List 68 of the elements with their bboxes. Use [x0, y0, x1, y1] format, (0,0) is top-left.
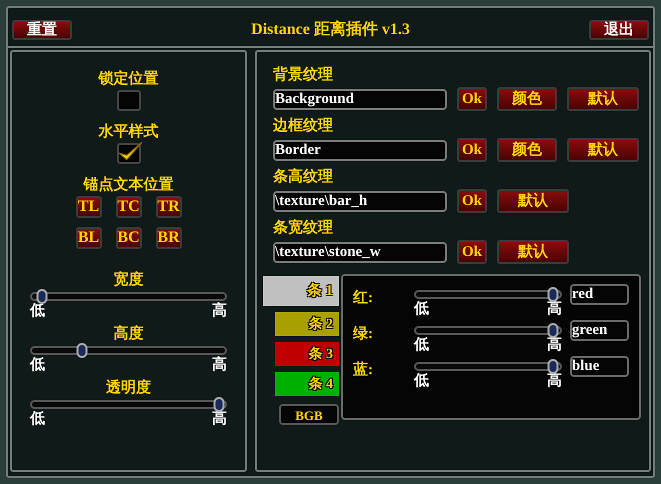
reset-button[interactable]: 重置	[12, 20, 72, 40]
texture-field[interactable]: Border	[273, 140, 447, 160]
anchor-button[interactable]: BC	[116, 227, 142, 249]
slider-thumb[interactable]	[214, 397, 225, 412]
window-title: Distance 距离插件 v1.3	[251, 19, 410, 40]
texture-button[interactable]: 默认	[497, 240, 569, 264]
channel-field[interactable]: blue	[570, 356, 630, 377]
low-label: 低	[414, 337, 430, 353]
slider-track[interactable]	[30, 346, 227, 355]
channel-label: 红:	[353, 288, 374, 308]
low-label: 低	[30, 303, 45, 319]
slider-label: 高度	[114, 325, 144, 343]
anchor-button[interactable]: TC	[116, 196, 142, 218]
anchor-label: 锚点文本位置	[84, 176, 174, 194]
exit-button[interactable]: 退出	[589, 20, 649, 40]
high-label: 高	[546, 337, 562, 353]
low-label: 低	[414, 373, 430, 389]
slider-label: 透明度	[106, 379, 151, 397]
slider-thumb[interactable]	[76, 343, 88, 358]
slider-track[interactable]	[30, 400, 227, 409]
anchor-button[interactable]: TR	[156, 196, 182, 218]
slider-label: 宽度	[114, 271, 144, 289]
texture-button[interactable]: 默认	[567, 138, 639, 162]
low-label: 低	[30, 411, 45, 427]
checkbox[interactable]	[116, 90, 140, 111]
ok-button[interactable]: Ok	[457, 189, 487, 213]
checkbox[interactable]	[116, 143, 140, 164]
channel-field[interactable]: green	[570, 320, 630, 341]
slider-thumb[interactable]	[547, 359, 558, 374]
ok-button[interactable]: Ok	[457, 240, 487, 264]
bgb-button[interactable]: BGB	[279, 404, 339, 425]
texture-field[interactable]: \texture\stone_w	[273, 242, 447, 262]
ok-button[interactable]: Ok	[457, 138, 487, 162]
slider-track[interactable]	[30, 292, 227, 301]
slider-thumb[interactable]	[36, 289, 48, 304]
bar-tab[interactable]: 条 3	[275, 342, 339, 366]
low-label: 低	[414, 301, 430, 317]
high-label: 高	[212, 303, 227, 319]
slider-thumb[interactable]	[547, 287, 558, 302]
slider-track[interactable]	[414, 362, 562, 371]
high-label: 高	[546, 301, 562, 317]
checkbox-label: 水平样式	[98, 123, 158, 141]
slider-track[interactable]	[414, 326, 562, 335]
ok-button[interactable]: Ok	[457, 87, 487, 111]
anchor-button[interactable]: BL	[76, 227, 102, 249]
checkmark-icon	[116, 139, 142, 163]
high-label: 高	[212, 411, 227, 427]
texture-label: 背景纹理	[273, 66, 334, 84]
channel-label: 绿:	[353, 324, 374, 344]
high-label: 高	[212, 357, 227, 373]
channel-label: 蓝:	[353, 360, 374, 380]
slider-thumb[interactable]	[547, 323, 558, 338]
checkbox-label: 锁定位置	[98, 70, 158, 88]
texture-button[interactable]: 颜色	[497, 138, 557, 162]
channel-field[interactable]: red	[570, 284, 630, 305]
anchor-button[interactable]: TL	[76, 196, 102, 218]
texture-field[interactable]: \texture\bar_h	[273, 190, 447, 212]
texture-label: 条高纹理	[273, 168, 334, 186]
texture-button[interactable]: 默认	[567, 87, 639, 111]
high-label: 高	[546, 373, 562, 389]
anchor-button[interactable]: BR	[156, 227, 182, 249]
texture-label: 条宽纹理	[273, 219, 334, 237]
texture-button[interactable]: 默认	[497, 189, 569, 213]
low-label: 低	[30, 357, 45, 373]
texture-label: 边框纹理	[273, 117, 334, 135]
slider-track[interactable]	[414, 290, 562, 299]
texture-button[interactable]: 颜色	[497, 87, 557, 111]
texture-field[interactable]: Background	[273, 88, 447, 110]
